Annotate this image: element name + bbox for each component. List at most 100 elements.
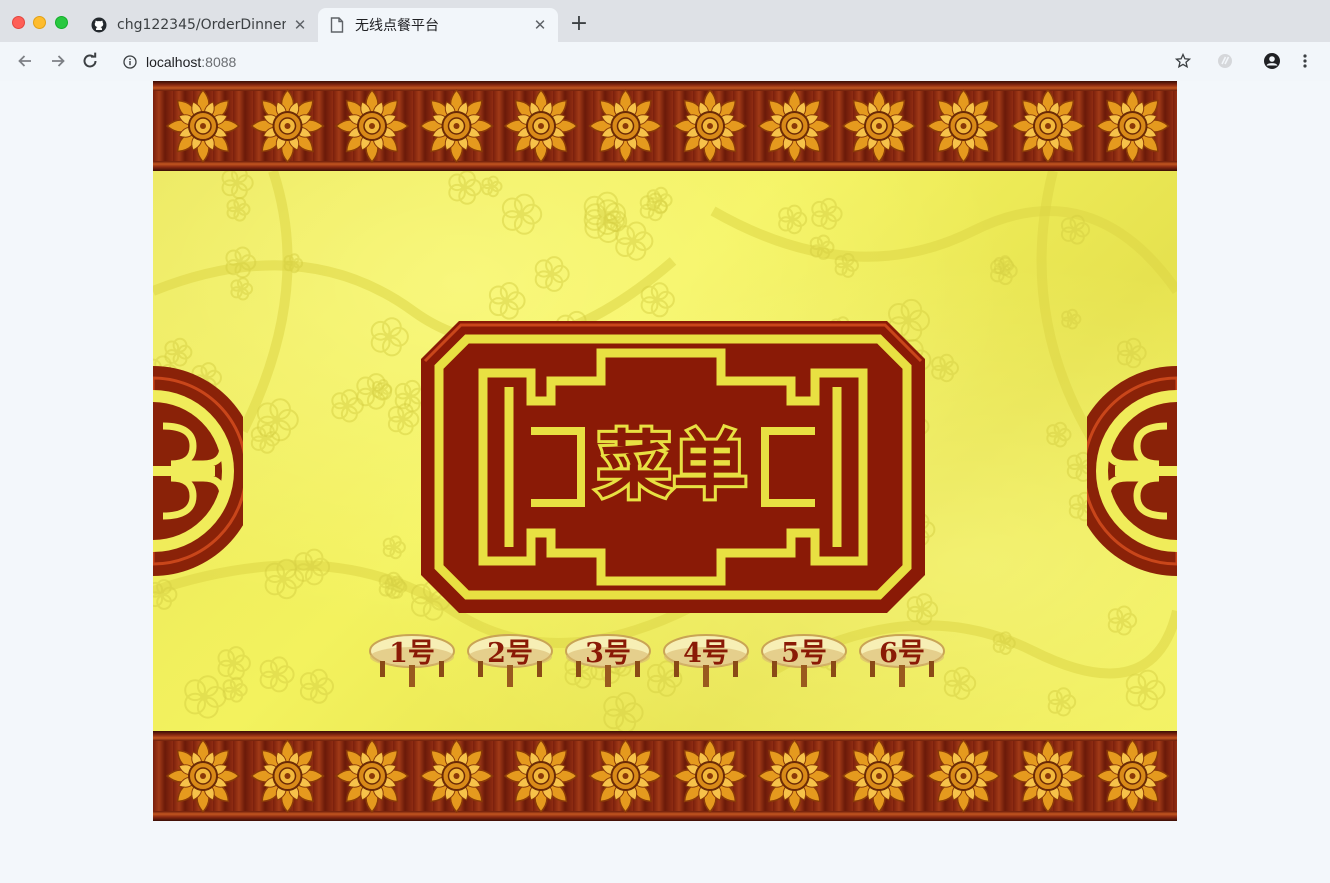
bottom-ornament-band [153,731,1177,821]
blossom-flower [370,317,409,357]
table-button-2[interactable]: 2号 [466,629,564,699]
lotus-flower-ornament [1010,738,1086,814]
lotus-flower-ornament [250,738,325,814]
lotus-flower-ornament [588,88,663,164]
close-window-button[interactable] [12,16,25,29]
blossom-flower [778,204,808,235]
lotus-flower-ornament [165,738,241,814]
blossom-flower [184,675,227,719]
close-tab-icon[interactable]: ✕ [292,17,308,33]
page-viewport: 菜单 1号 2号 3号 4号 5号 6号 [0,81,1330,883]
tab-title: chg122345/OrderDinner: [117,17,286,33]
blossom-flower [488,282,526,320]
address-bar[interactable]: localhost:8088 [110,47,1210,76]
flower-row-top [165,88,1170,164]
blossom-flower [221,171,254,200]
blossom-flower [481,175,503,198]
table-button-4[interactable]: 4号 [662,629,760,699]
forward-icon[interactable] [47,50,69,72]
lotus-flower-ornament [926,738,1001,814]
lotus-flower-ornament [503,738,579,814]
table-label: 3号 [585,638,631,669]
blossom-flower [534,256,570,292]
blossom-flower [299,668,335,704]
minimize-window-button[interactable] [33,16,46,29]
lotus-flower-ornament [334,88,410,164]
back-icon[interactable] [14,50,36,72]
page-icon [328,16,346,34]
lotus-flower-ornament [1095,88,1170,164]
menu-plaque: 菜单 [421,321,925,613]
table-label: 1号 [389,638,435,669]
table-button-6[interactable]: 6号 [858,629,956,699]
account-icon[interactable] [1262,51,1282,71]
flower-row-bottom [165,738,1170,814]
new-tab-button[interactable]: + [568,13,590,35]
table-label: 5号 [781,638,827,669]
lotus-flower-ornament [250,88,325,164]
lotus-flower-ornament [165,88,241,164]
table-label: 6号 [879,638,925,669]
site-info-icon[interactable] [122,54,138,70]
blossom-flower [931,353,960,383]
lotus-flower-ornament [588,738,663,814]
lotus-flower-ornament [841,88,917,164]
menu-kebab-icon[interactable] [1295,51,1315,71]
lotus-flower-ornament [926,88,1001,164]
blossom-flower [217,646,251,681]
table-selector: 1号 2号 3号 4号 5号 6号 [368,629,968,699]
blossom-flower [615,221,654,261]
blossom-flower [811,197,843,230]
lotus-flower-ornament [757,88,832,164]
toolbar: localhost:8088 [0,42,1330,81]
lotus-flower-ornament [1095,738,1170,814]
table-label: 4号 [683,638,729,669]
tab-title: 无线点餐平台 [355,18,439,34]
table-button-1[interactable]: 1号 [368,629,466,699]
table-button-3[interactable]: 3号 [564,629,662,699]
blossom-flower [1047,687,1077,717]
blossom-flower [226,196,251,222]
github-icon [90,16,108,34]
lotus-flower-ornament [672,738,748,814]
blossom-flower [1116,337,1147,369]
table-label: 2号 [487,638,533,669]
lotus-flower-ornament [757,738,832,814]
lotus-flower-ornament [503,88,579,164]
lotus-flower-ornament [841,738,917,814]
blossom-flower [230,277,254,301]
tab-github[interactable]: chg122345/OrderDinner: ✕ [80,8,318,42]
blossom-flower [222,676,248,703]
lotus-flower-ornament [334,738,410,814]
tab-strip: chg122345/OrderDinner: ✕ 无线点餐平台 ✕ + [0,0,1330,42]
lotus-flower-ornament [419,88,494,164]
blossom-flower [501,193,543,235]
menu-stage: 菜单 1号 2号 3号 4号 5号 6号 [153,81,1177,821]
blossom-flower [1046,421,1072,448]
right-medallion-ornament [1087,366,1177,576]
browser-chrome: chg122345/OrderDinner: ✕ 无线点餐平台 ✕ + loca… [0,0,1330,81]
blossom-flower [382,535,406,560]
tab-active[interactable]: 无线点餐平台 ✕ [318,8,558,42]
lotus-flower-ornament [1010,88,1086,164]
blossom-flower [259,656,295,693]
reload-icon[interactable] [79,50,101,72]
url-host: localhost [146,53,202,70]
close-tab-icon[interactable]: ✕ [532,17,548,33]
blossom-branch [710,206,1177,294]
lotus-flower-ornament [419,738,494,814]
blossom-flower [640,282,675,318]
extension-icon[interactable] [1215,51,1235,71]
blossom-flower [1061,308,1082,330]
blossom-flower [448,171,482,205]
url-port: :8088 [201,53,237,70]
blossom-flower [1125,669,1166,711]
menu-title: 菜单 [594,420,750,512]
left-medallion-ornament [153,366,243,576]
blossom-background: 菜单 1号 2号 3号 4号 5号 6号 [153,171,1177,731]
maximize-window-button[interactable] [55,16,68,29]
bookmark-star-icon[interactable] [1173,51,1193,71]
blossom-flower [1107,605,1138,636]
table-button-5[interactable]: 5号 [760,629,858,699]
lotus-flower-ornament [672,88,748,164]
